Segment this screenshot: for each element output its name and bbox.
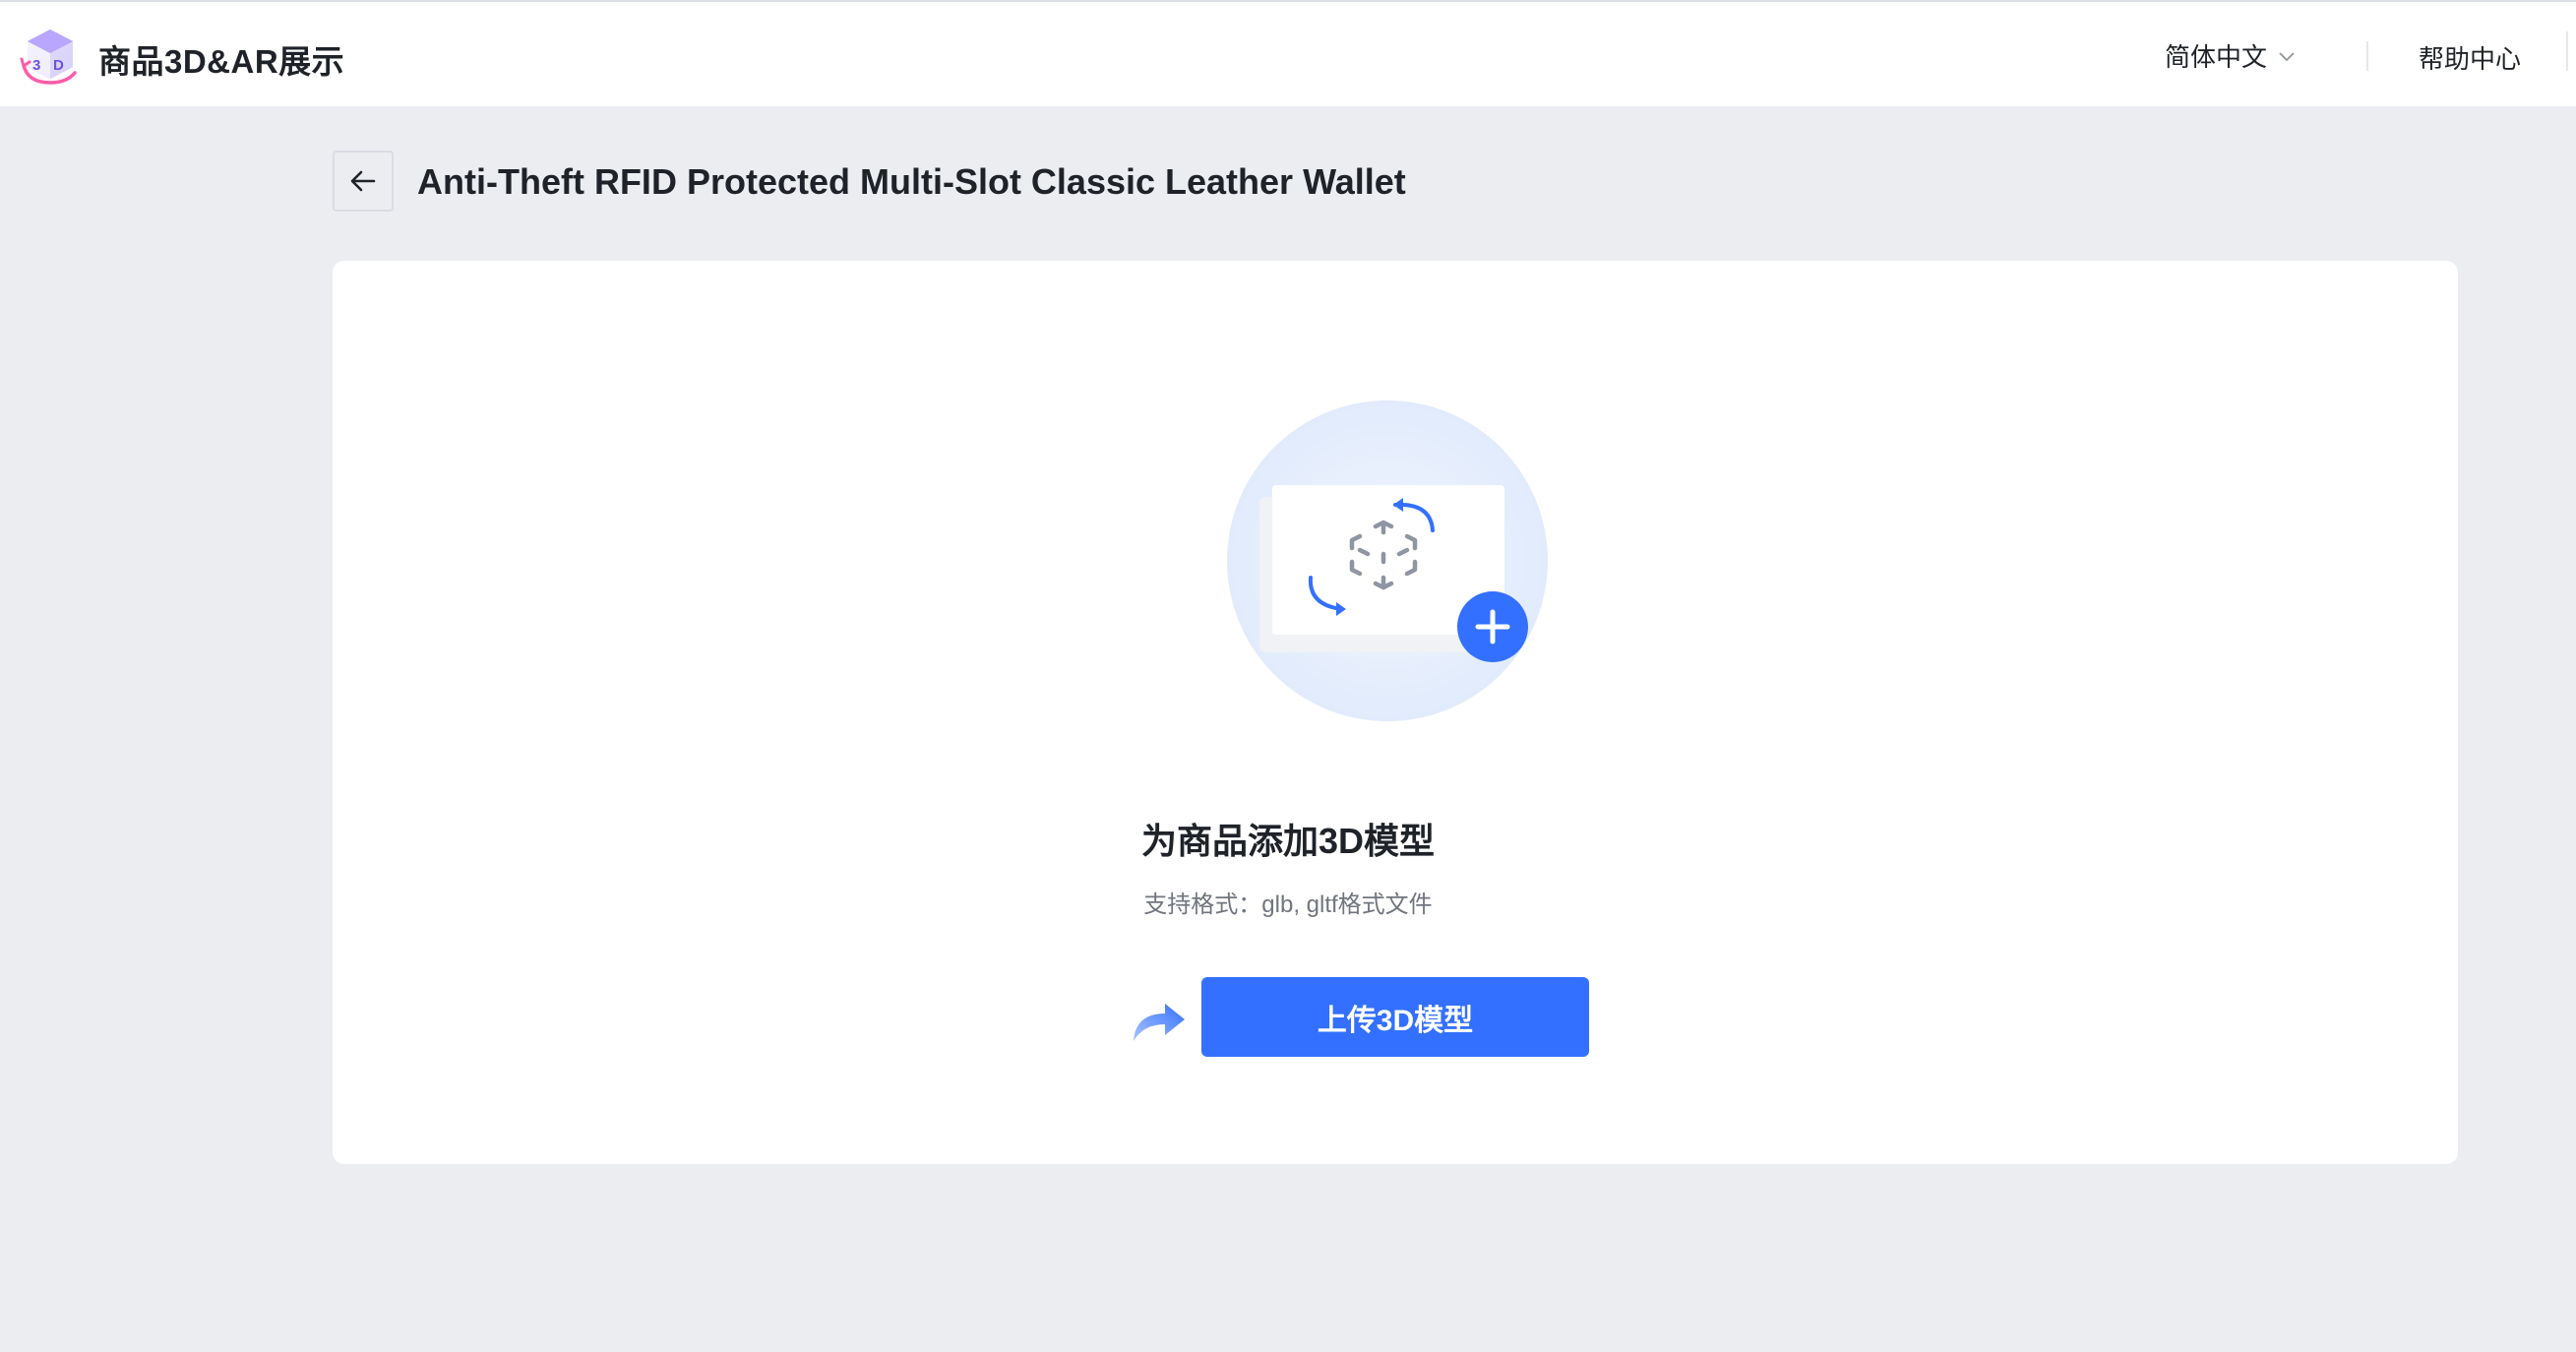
- back-button[interactable]: [333, 151, 394, 212]
- supported-formats-text: 支持格式：glb, gltf格式文件: [1143, 891, 1433, 918]
- page-title: Anti-Theft RFID Protected Multi-Slot Cla…: [417, 161, 1406, 202]
- 3d-model-illustration-icon: [1227, 400, 1548, 721]
- svg-text:D: D: [53, 57, 64, 74]
- svg-text:3: 3: [32, 57, 40, 74]
- header-edge-divider: [2566, 31, 2568, 71]
- chevron-down-icon: [2279, 51, 2295, 61]
- upload-3d-model-button[interactable]: 上传3D模型: [1201, 977, 1589, 1057]
- help-center-link[interactable]: 帮助中心: [2419, 39, 2521, 76]
- arrow-left-icon: [350, 170, 376, 192]
- language-label: 简体中文: [2165, 42, 2268, 72]
- curved-arrow-icon: [1134, 1004, 1185, 1041]
- logo-3d-cube-icon: 3 D: [20, 30, 77, 85]
- app-title: 商品3D&AR展示: [98, 43, 345, 80]
- language-selector[interactable]: 简体中文: [2165, 37, 2297, 74]
- header-divider: [2366, 41, 2368, 71]
- top-header: 3 D 商品3D&AR展示 简体中文 帮助中心: [0, 0, 2576, 106]
- empty-state-heading: 为商品添加3D模型: [1140, 821, 1436, 861]
